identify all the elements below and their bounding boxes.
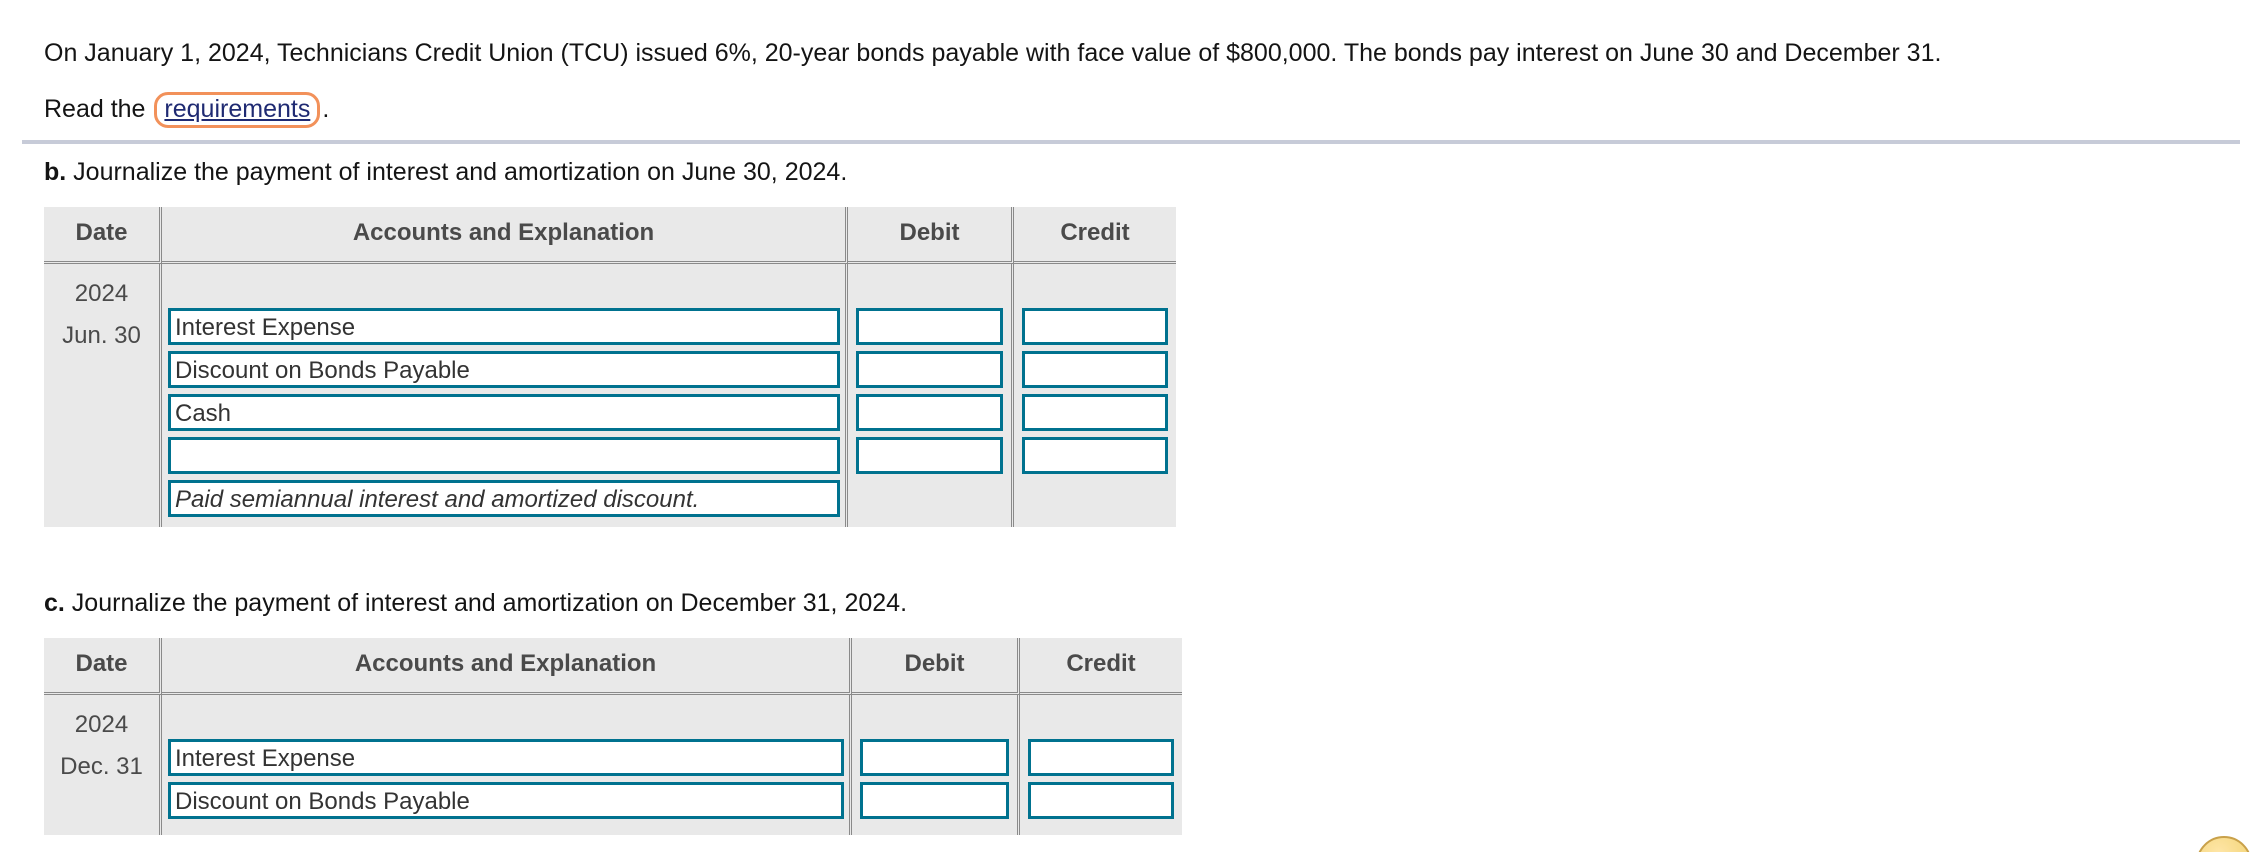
requirements-link[interactable]: requirements (154, 92, 321, 128)
debit-input-2[interactable] (860, 782, 1009, 819)
journal-table-c-viewport: Date Accounts and Explanation Debit Cred… (44, 638, 1184, 852)
account-input-2[interactable]: Discount on Bonds Payable (168, 782, 844, 819)
col-header-credit: Credit (1020, 638, 1182, 695)
table-row: 2024 Dec. 31 Interest Expense Discount o… (44, 695, 1182, 835)
date-day: Jun. 30 (62, 322, 141, 349)
problem-statement: On January 1, 2024, Technicians Credit U… (0, 0, 2260, 128)
col-header-credit: Credit (1014, 207, 1176, 264)
section-b-letter: b. (44, 158, 67, 186)
debit-input-3[interactable] (856, 394, 1003, 431)
debit-input-1[interactable] (860, 739, 1009, 776)
read-suffix-text: . (322, 95, 330, 124)
date-year: 2024 (74, 280, 129, 307)
account-input-1[interactable]: Interest Expense (168, 308, 840, 345)
credit-cell (1020, 695, 1182, 835)
credit-input-1[interactable] (1028, 739, 1174, 776)
col-header-accounts: Accounts and Explanation (162, 207, 848, 264)
col-header-date: Date (44, 207, 162, 264)
section-b-prompt: Journalize the payment of interest and a… (66, 158, 848, 186)
section-divider (22, 140, 2240, 144)
debit-cell (848, 264, 1014, 527)
section-c-label: c. Journalize the payment of interest an… (44, 589, 907, 618)
credit-input-4[interactable] (1022, 437, 1168, 474)
credit-input-3[interactable] (1022, 394, 1168, 431)
worksheet-page: On January 1, 2024, Technicians Credit U… (0, 0, 2260, 852)
debit-cell (852, 695, 1020, 835)
accounts-cell: Interest Expense Discount on Bonds Payab… (162, 264, 848, 527)
table-header-row: Date Accounts and Explanation Debit Cred… (44, 638, 1182, 695)
section-b-label: b. Journalize the payment of interest an… (44, 158, 847, 187)
col-header-debit: Debit (852, 638, 1020, 695)
account-input-2[interactable]: Discount on Bonds Payable (168, 351, 840, 388)
table-header-row: Date Accounts and Explanation Debit Cred… (44, 207, 1176, 264)
account-input-3[interactable]: Cash (168, 394, 840, 431)
help-bubble-icon[interactable] (2196, 836, 2252, 852)
credit-input-2[interactable] (1028, 782, 1174, 819)
credit-cell (1014, 264, 1176, 527)
read-requirements-line: Read the requirements. (44, 69, 2260, 128)
debit-input-2[interactable] (856, 351, 1003, 388)
col-header-accounts: Accounts and Explanation (162, 638, 852, 695)
credit-input-1[interactable] (1022, 308, 1168, 345)
date-cell: 2024 Dec. 31 (44, 695, 162, 835)
account-input-1[interactable]: Interest Expense (168, 739, 844, 776)
col-header-debit: Debit (848, 207, 1014, 264)
problem-text: On January 1, 2024, Technicians Credit U… (44, 39, 1942, 67)
table-row: 2024 Jun. 30 Interest Expense Discount o… (44, 264, 1176, 527)
debit-input-4[interactable] (856, 437, 1003, 474)
date-cell: 2024 Jun. 30 (44, 264, 162, 527)
credit-input-2[interactable] (1022, 351, 1168, 388)
date-day: Dec. 31 (60, 753, 143, 780)
read-prefix-text: Read the (44, 95, 153, 124)
col-header-date: Date (44, 638, 162, 695)
explanation-input[interactable]: Paid semiannual interest and amortized d… (168, 480, 840, 517)
section-c-prompt: Journalize the payment of interest and a… (64, 589, 908, 617)
journal-table-c: Date Accounts and Explanation Debit Cred… (44, 638, 1182, 835)
accounts-cell: Interest Expense Discount on Bonds Payab… (162, 695, 852, 835)
journal-table-b: Date Accounts and Explanation Debit Cred… (44, 207, 1176, 527)
date-year: 2024 (74, 711, 129, 738)
account-input-4[interactable] (168, 437, 840, 474)
debit-input-1[interactable] (856, 308, 1003, 345)
section-c-letter: c. (44, 589, 65, 617)
